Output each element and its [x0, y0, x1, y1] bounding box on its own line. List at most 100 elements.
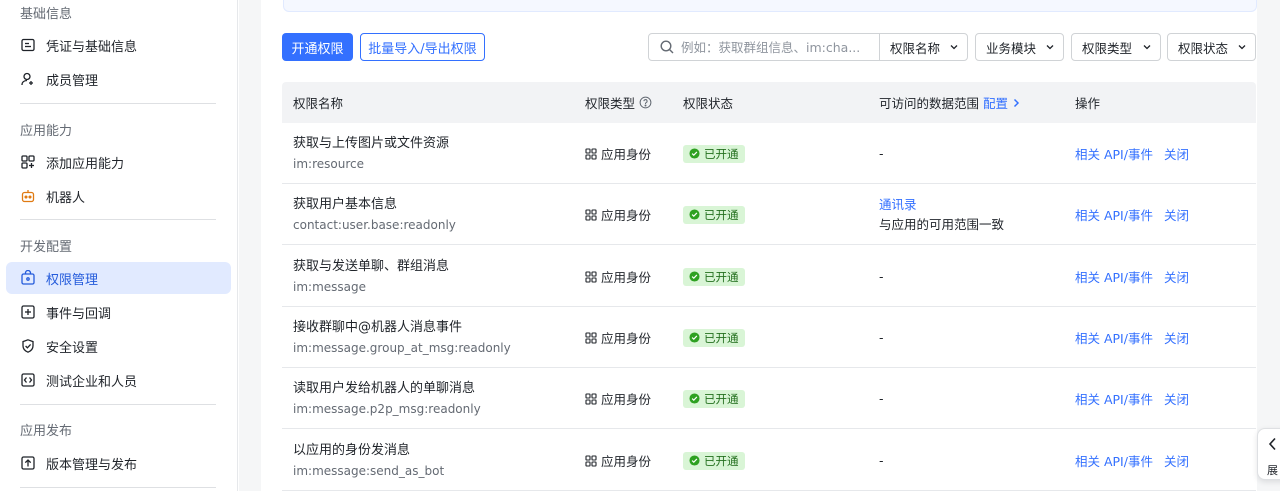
- sidebar-divider: [20, 487, 216, 488]
- sidebar-item-members[interactable]: 成员管理: [6, 63, 231, 95]
- table-row: 以应用的身份发消息 im:message:send_as_bot 应用身份 已开…: [282, 430, 1256, 491]
- close-permission-link[interactable]: 关闭: [1164, 328, 1189, 347]
- permission-name: 以应用的身份发消息: [293, 442, 411, 458]
- sidebar-group-title: 开发配置: [20, 240, 73, 255]
- configure-scope-link[interactable]: 配置: [983, 93, 1021, 112]
- scope-text: -: [879, 452, 884, 468]
- permission-type: 应用身份: [585, 328, 651, 347]
- permission-name: 读取用户发给机器人的单聊消息: [293, 380, 476, 396]
- member-icon: [20, 71, 36, 87]
- permission-status-filter[interactable]: 权限状态: [1167, 33, 1256, 61]
- check-circle-icon: [689, 332, 700, 343]
- table-row: 获取与发送单聊、群组消息 im:message 应用身份 已开通 - 相关 AP…: [282, 246, 1256, 307]
- close-permission-link[interactable]: 关闭: [1164, 451, 1189, 470]
- table-row: 读取用户发给机器人的单聊消息 im:message.p2p_msg:readon…: [282, 368, 1256, 429]
- status-label: 已开通: [704, 453, 739, 468]
- related-api-link[interactable]: 相关 API/事件: [1075, 389, 1153, 408]
- status-badge: 已开通: [683, 205, 745, 224]
- sidebar-item-label: 机器人: [46, 190, 86, 206]
- status-label: 已开通: [704, 207, 739, 222]
- scope-text: -: [879, 329, 884, 345]
- sidebar-item-label: 成员管理: [46, 73, 99, 89]
- batch-import-export-button[interactable]: 批量导入/导出权限: [360, 33, 485, 61]
- sidebar-item-versions[interactable]: 版本管理与发布: [6, 447, 231, 479]
- permission-name: 获取用户基本信息: [293, 196, 398, 212]
- related-api-link[interactable]: 相关 API/事件: [1075, 144, 1153, 163]
- status-label: 已开通: [704, 330, 739, 345]
- sidebar-item-credentials[interactable]: 凭证与基础信息: [6, 29, 231, 61]
- robot-icon: [20, 188, 36, 204]
- business-module-filter[interactable]: 业务模块: [975, 33, 1064, 61]
- status-label: 已开通: [704, 269, 739, 284]
- sidebar-item-test-org[interactable]: 测试企业和人员: [6, 364, 231, 396]
- app-grid-icon: [585, 208, 597, 221]
- related-api-link[interactable]: 相关 API/事件: [1075, 267, 1153, 286]
- permission-key: contact:user.base:readonly: [293, 217, 456, 232]
- expand-panel-handle[interactable]: 展: [1257, 428, 1280, 480]
- status-badge: 已开通: [683, 389, 745, 408]
- enable-permission-button[interactable]: 开通权限: [282, 33, 353, 61]
- sidebar-item-security[interactable]: 安全设置: [6, 330, 231, 362]
- column-header-status: 权限状态: [683, 96, 734, 111]
- app-grid-icon: [585, 331, 597, 344]
- permission-type: 应用身份: [585, 451, 651, 470]
- search-field-label: 权限名称: [890, 40, 941, 56]
- related-api-link[interactable]: 相关 API/事件: [1075, 205, 1153, 224]
- sidebar-group-title: 应用能力: [20, 124, 73, 139]
- app-grid-icon: [585, 454, 597, 467]
- permission-key: im:message:send_as_bot: [293, 463, 445, 478]
- close-permission-link[interactable]: 关闭: [1164, 267, 1189, 286]
- permission-key: im:message.p2p_msg:readonly: [293, 401, 481, 416]
- sidebar-item-permissions[interactable]: 权限管理: [6, 262, 231, 294]
- sidebar-item-label: 测试企业和人员: [46, 374, 138, 390]
- related-api-link[interactable]: 相关 API/事件: [1075, 451, 1153, 470]
- check-circle-icon: [689, 148, 700, 159]
- permission-name: 获取与发送单聊、群组消息: [293, 258, 450, 274]
- filter-label: 权限状态: [1178, 40, 1229, 56]
- close-permission-link[interactable]: 关闭: [1164, 144, 1189, 163]
- scope-link[interactable]: 通讯录: [879, 195, 1004, 215]
- sidebar: 基础信息 凭证与基础信息 成员管理 应用能力 添加应用能力 机器人 开发配置 权…: [0, 0, 238, 491]
- related-api-link[interactable]: 相关 API/事件: [1075, 328, 1153, 347]
- search-box[interactable]: 权限名称: [648, 33, 968, 61]
- permission-key: im:message.group_at_msg:readonly: [293, 340, 511, 355]
- close-permission-link[interactable]: 关闭: [1164, 389, 1189, 408]
- permission-type-filter[interactable]: 权限类型: [1071, 33, 1161, 61]
- check-circle-icon: [689, 271, 700, 282]
- column-header-type-label: 权限类型: [585, 96, 636, 111]
- chevron-left-icon: [1268, 437, 1276, 451]
- status-label: 已开通: [704, 146, 739, 161]
- app-grid-icon: [585, 147, 597, 160]
- chevron-down-icon: [1238, 45, 1246, 50]
- status-badge: 已开通: [683, 267, 745, 286]
- search-field-select[interactable]: 权限名称: [880, 38, 967, 57]
- check-circle-icon: [689, 209, 700, 220]
- permission-type: 应用身份: [585, 205, 651, 224]
- table-row: 获取用户基本信息 contact:user.base:readonly 应用身份…: [282, 184, 1256, 245]
- sidebar-group-title: 应用发布: [20, 424, 73, 439]
- sidebar-item-events[interactable]: 事件与回调: [6, 296, 231, 328]
- permission-type-label: 应用身份: [601, 147, 652, 162]
- chevron-down-icon: [1046, 45, 1054, 50]
- permission-type-label: 应用身份: [601, 208, 652, 223]
- permission-type: 应用身份: [585, 144, 651, 163]
- status-badge: 已开通: [683, 144, 745, 163]
- shield-icon: [20, 338, 36, 354]
- sidebar-item-robot[interactable]: 机器人: [6, 180, 231, 212]
- sidebar-divider: [20, 219, 216, 220]
- close-permission-link[interactable]: 关闭: [1164, 205, 1189, 224]
- sidebar-item-add-capability[interactable]: 添加应用能力: [6, 146, 231, 178]
- permission-type-label: 应用身份: [601, 454, 652, 469]
- permission-key: im:message: [293, 279, 366, 294]
- scope-text: 与应用的可用范围一致: [879, 216, 1005, 232]
- permission-type-label: 应用身份: [601, 392, 652, 407]
- app-grid-icon: [585, 392, 597, 405]
- expand-panel-label: 展: [1267, 464, 1278, 477]
- scope-text: -: [879, 390, 884, 406]
- configure-scope-label: 配置: [983, 96, 1009, 111]
- search-input[interactable]: [681, 34, 879, 60]
- sidebar-item-label: 凭证与基础信息: [46, 39, 138, 55]
- filter-label: 权限类型: [1082, 40, 1133, 56]
- status-label: 已开通: [704, 391, 739, 406]
- help-icon[interactable]: [639, 96, 652, 109]
